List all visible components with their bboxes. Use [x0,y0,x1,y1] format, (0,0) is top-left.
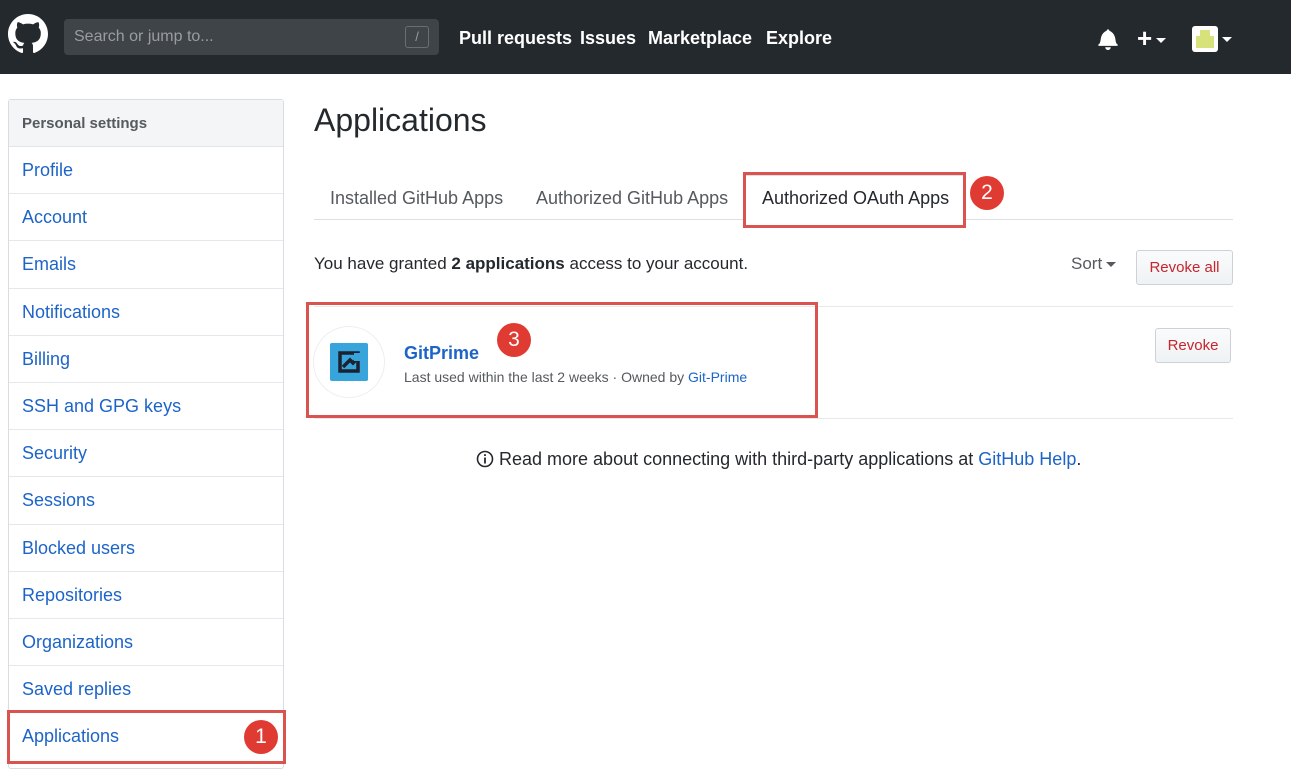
sidebar-item-emails[interactable]: Emails [9,241,283,289]
sidebar-item-blocked-users[interactable]: Blocked users [9,525,283,572]
sort-label: Sort [1071,254,1103,273]
help-suffix: . [1076,449,1082,469]
annotation-highlight-app [306,302,818,418]
chevron-down-icon [1106,262,1117,268]
top-header: / Pull requests Issues Marketplace Explo… [0,0,1291,74]
sidebar-item-security[interactable]: Security [9,430,283,478]
info-icon [476,450,494,468]
search-box: / [64,19,439,55]
create-new-dropdown[interactable]: + [1137,24,1177,52]
list-divider-bottom [314,418,1233,419]
help-text: Read more about connecting with third-pa… [499,449,979,469]
chevron-down-icon [1222,37,1232,42]
sidebar-item-notifications[interactable]: Notifications [9,289,283,336]
annotation-badge-1: 1 [244,720,278,754]
search-input[interactable] [64,19,394,55]
page-title: Applications [314,102,487,138]
nav-explore[interactable]: Explore [766,27,832,49]
avatar [1192,26,1218,52]
github-help-link[interactable]: GitHub Help [978,449,1076,469]
revoke-button[interactable]: Revoke [1155,328,1231,363]
plus-icon: + [1137,23,1153,53]
sidebar-item-sessions[interactable]: Sessions [9,477,283,525]
revoke-all-button[interactable]: Revoke all [1136,250,1233,285]
sidebar-item-account[interactable]: Account [9,194,283,242]
sort-dropdown[interactable]: Sort [1071,254,1117,274]
search-shortcut-hint: / [405,26,429,48]
summary-suffix: access to your account. [564,254,749,273]
sidebar-item-profile[interactable]: Profile [9,147,283,195]
nav-marketplace[interactable]: Marketplace [648,27,752,49]
tab-authorized-github-apps[interactable]: Authorized GitHub Apps [536,188,728,209]
sidebar-item-saved-replies[interactable]: Saved replies [9,666,283,714]
help-note: Read more about connecting with third-pa… [476,449,1081,470]
github-logo-icon[interactable] [8,14,48,54]
sidebar-item-ssh-gpg-keys[interactable]: SSH and GPG keys [9,383,283,431]
annotation-badge-2: 2 [970,176,1004,210]
sidebar-item-repositories[interactable]: Repositories [9,572,283,619]
sidebar-item-organizations[interactable]: Organizations [9,619,283,667]
nav-pull-requests[interactable]: Pull requests [459,27,572,49]
tab-installed-github-apps[interactable]: Installed GitHub Apps [330,188,503,209]
sidebar-heading: Personal settings [9,100,283,147]
notifications-bell-icon[interactable] [1097,28,1119,50]
annotation-badge-3: 3 [497,323,531,357]
summary-prefix: You have granted [314,254,452,273]
summary-count: 2 applications [451,254,565,273]
chevron-down-icon [1156,37,1167,43]
sidebar-item-billing[interactable]: Billing [9,336,283,383]
grant-summary: You have granted 2 applications access t… [314,254,748,274]
user-menu-dropdown[interactable] [1192,26,1234,52]
settings-sidebar: Personal settings Profile Account Emails… [8,99,284,769]
nav-issues[interactable]: Issues [580,27,636,49]
annotation-highlight-oauth-tab [743,172,966,228]
